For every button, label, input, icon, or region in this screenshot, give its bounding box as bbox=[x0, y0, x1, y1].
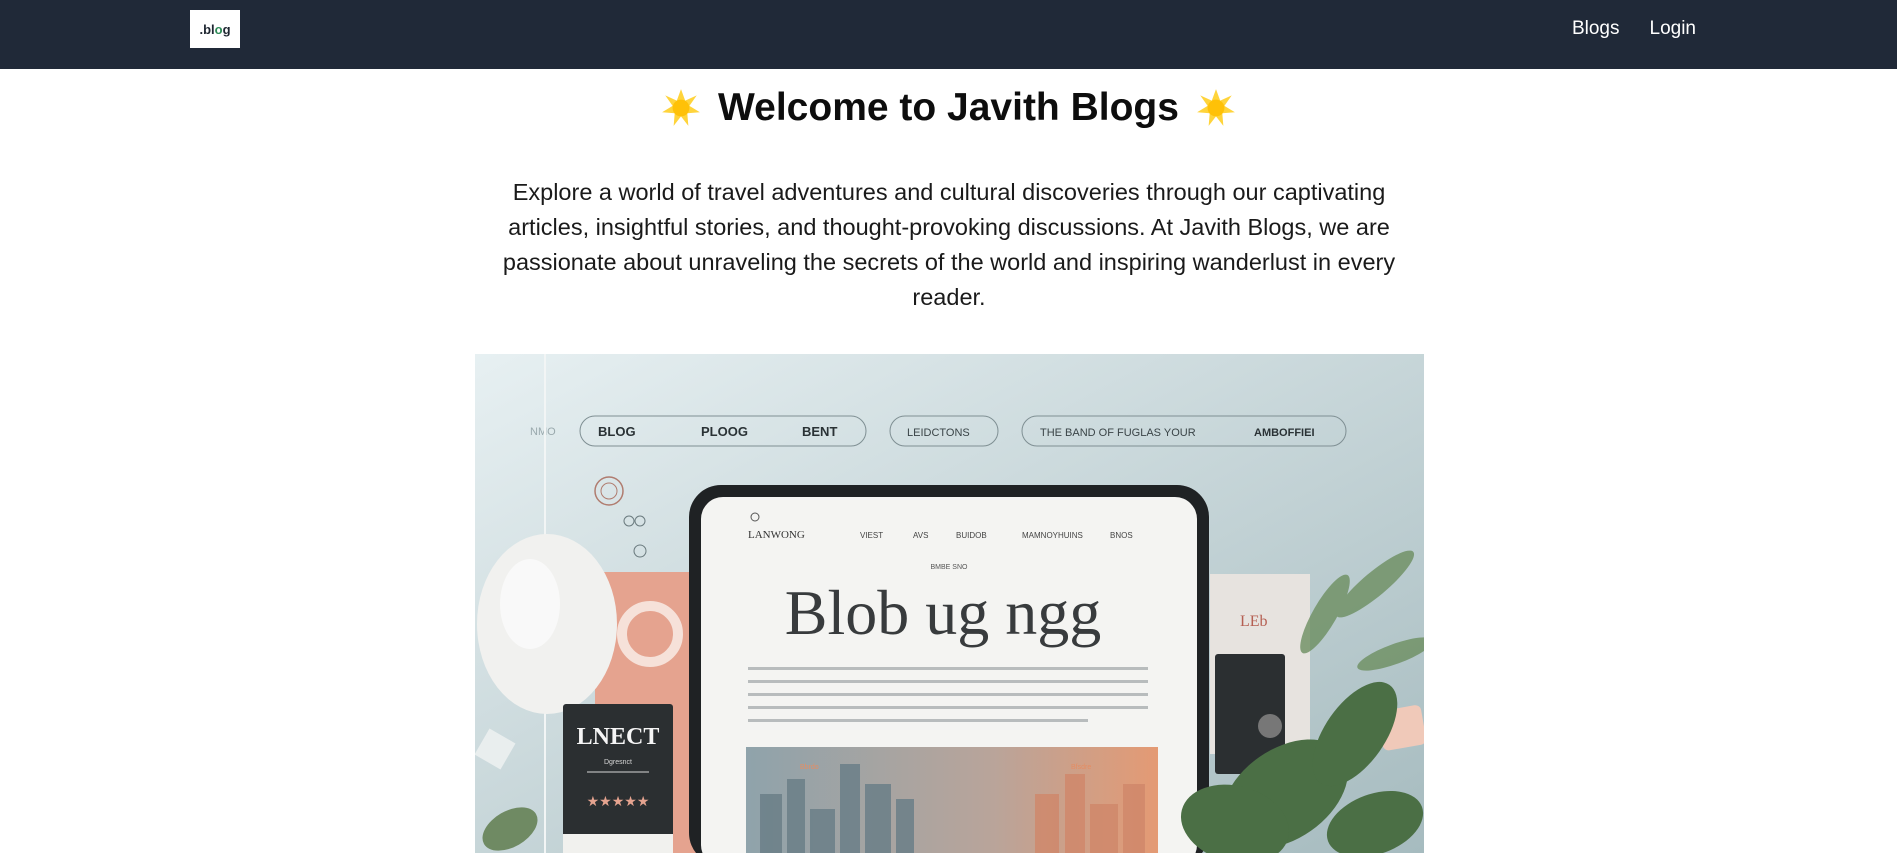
logo-prefix: .bl bbox=[199, 21, 215, 37]
top-navbar: .bl o g Blogs Login bbox=[0, 0, 1897, 69]
card-sub: Dgresnct bbox=[604, 759, 632, 766]
page-title-row: Welcome to Javith Blogs bbox=[0, 86, 1897, 130]
menu-pill-text: BENT bbox=[802, 424, 837, 439]
menu-pill-text: AMBOFFIEI bbox=[1254, 427, 1315, 439]
hero-illustration: NMO BLOG PLOOG BENT LEIDCTONS THE BAND O… bbox=[475, 354, 1424, 853]
tablet-headline: Blob ug ngg bbox=[785, 577, 1101, 648]
svg-text:LEb: LEb bbox=[1240, 613, 1268, 630]
nav-link-blogs[interactable]: Blogs bbox=[1572, 18, 1620, 40]
menu-pill-text: PLOOG bbox=[701, 424, 748, 439]
tablet-nav-item: BUIDOB bbox=[956, 531, 987, 540]
svg-text:Bfsdre: Bfsdre bbox=[1071, 764, 1091, 771]
menu-pill-text: LEIDCTONS bbox=[907, 427, 970, 439]
logo-suffix: g bbox=[222, 21, 231, 37]
page-title: Welcome to Javith Blogs bbox=[718, 86, 1179, 129]
card-title: LNECT bbox=[577, 724, 660, 750]
hero-image: NMO BLOG PLOOG BENT LEIDCTONS THE BAND O… bbox=[475, 354, 1424, 853]
tablet-kicker: BMBE SNO bbox=[931, 564, 969, 571]
intro-paragraph: Explore a world of travel adventures and… bbox=[502, 179, 1396, 310]
blog-logo[interactable]: .bl o g bbox=[190, 10, 240, 48]
nav-links: Blogs Login bbox=[1572, 18, 1696, 40]
card-stars: ★★★★★ bbox=[587, 794, 650, 810]
menu-pill-text: BLOG bbox=[598, 424, 636, 439]
nav-link-login[interactable]: Login bbox=[1650, 18, 1697, 40]
logo-dot: o bbox=[214, 21, 223, 37]
tablet-nav-item: BNOS bbox=[1110, 531, 1133, 540]
tablet-nav-item: MAMNOYHUINS bbox=[1022, 531, 1083, 540]
menu-pill-text: THE BAND OF FUGLAS YOUR bbox=[1040, 427, 1196, 439]
tablet-nav-item: VIEST bbox=[860, 531, 883, 540]
sparkle-icon bbox=[662, 89, 700, 126]
sparkle-icon bbox=[1197, 89, 1235, 126]
menu-faded-text: NMO bbox=[530, 426, 556, 438]
tablet-brand: LANWONG bbox=[748, 529, 805, 541]
svg-text:Bbrdo: Bbrdo bbox=[800, 764, 819, 771]
tablet-nav-item: AVS bbox=[913, 531, 928, 540]
